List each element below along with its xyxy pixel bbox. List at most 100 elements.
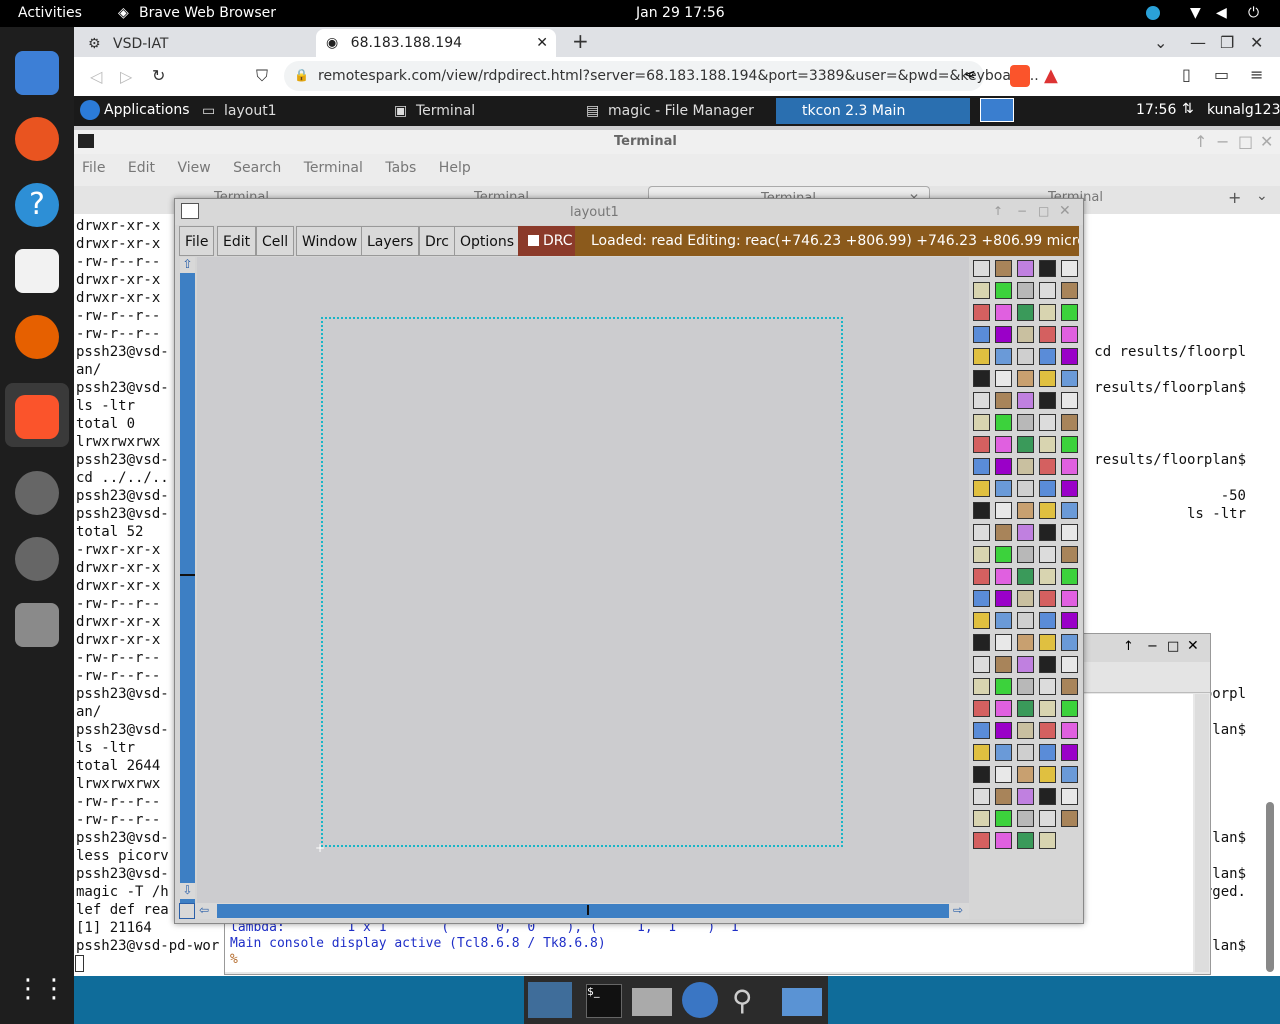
layer-swatch[interactable] bbox=[995, 502, 1012, 519]
layer-swatch[interactable] bbox=[1017, 832, 1034, 849]
layer-swatch[interactable] bbox=[1061, 480, 1078, 497]
layer-swatch[interactable] bbox=[1017, 678, 1034, 695]
scroll-thumb[interactable] bbox=[587, 905, 589, 915]
layer-swatch[interactable] bbox=[973, 678, 990, 695]
layer-swatch[interactable] bbox=[1039, 810, 1056, 827]
taskbar-item-file-manager[interactable]: ▤ magic - File Manager bbox=[584, 98, 788, 124]
layer-swatch[interactable] bbox=[1061, 568, 1078, 585]
layer-swatch[interactable] bbox=[1061, 722, 1078, 739]
titlebar-up-icon[interactable]: ↑ bbox=[1123, 639, 1134, 654]
layer-swatch[interactable] bbox=[1017, 414, 1034, 431]
terminal-scrollbar[interactable] bbox=[1266, 802, 1274, 972]
layer-swatch[interactable] bbox=[1061, 656, 1078, 673]
layer-swatch[interactable] bbox=[1039, 326, 1056, 343]
show-desktop-icon[interactable] bbox=[528, 982, 572, 1018]
layer-swatch[interactable] bbox=[973, 546, 990, 563]
layer-swatch[interactable] bbox=[995, 568, 1012, 585]
drc-toggle[interactable]: DRC bbox=[518, 226, 575, 256]
layer-swatch[interactable] bbox=[1039, 370, 1056, 387]
close-icon[interactable]: ✕ bbox=[1059, 203, 1071, 219]
layer-swatch[interactable] bbox=[1039, 436, 1056, 453]
layer-swatch[interactable] bbox=[1017, 722, 1034, 739]
web-browser-icon[interactable] bbox=[682, 982, 718, 1018]
layer-swatch[interactable] bbox=[995, 480, 1012, 497]
layer-swatch[interactable] bbox=[1061, 370, 1078, 387]
layer-swatch[interactable] bbox=[995, 348, 1012, 365]
layer-swatch[interactable] bbox=[1061, 524, 1078, 541]
layer-swatch[interactable] bbox=[1017, 700, 1034, 717]
layer-swatch[interactable] bbox=[1039, 348, 1056, 365]
layer-swatch[interactable] bbox=[1017, 590, 1034, 607]
layer-swatch[interactable] bbox=[1017, 766, 1034, 783]
new-tab-icon[interactable]: + bbox=[1228, 188, 1241, 207]
menu-cell[interactable]: Cell bbox=[256, 226, 295, 256]
layer-swatch[interactable] bbox=[995, 326, 1012, 343]
maximize-icon[interactable]: □ bbox=[1238, 132, 1253, 151]
maximize-icon[interactable]: ❐ bbox=[1220, 33, 1234, 52]
layer-swatch[interactable] bbox=[995, 458, 1012, 475]
layout-canvas[interactable]: + bbox=[197, 257, 969, 903]
menu-edit[interactable]: Edit bbox=[128, 160, 155, 176]
layer-swatch[interactable] bbox=[973, 722, 990, 739]
brave-icon[interactable] bbox=[15, 395, 59, 439]
layer-swatch[interactable] bbox=[1061, 282, 1078, 299]
software-icon[interactable] bbox=[15, 117, 59, 161]
layer-swatch[interactable] bbox=[995, 524, 1012, 541]
menu-layers[interactable]: Layers bbox=[361, 226, 420, 256]
close-window-icon[interactable]: ✕ bbox=[1250, 33, 1263, 52]
scroll-left-arrow-icon[interactable]: ⇦ bbox=[199, 903, 215, 919]
layer-swatch[interactable] bbox=[1061, 612, 1078, 629]
layer-swatch[interactable] bbox=[995, 260, 1012, 277]
disk-icon[interactable] bbox=[15, 471, 59, 515]
applications-menu[interactable]: Applications bbox=[104, 102, 190, 118]
layer-swatch[interactable] bbox=[1017, 392, 1034, 409]
layer-swatch[interactable] bbox=[995, 414, 1012, 431]
layer-swatch[interactable] bbox=[973, 480, 990, 497]
minimize-icon[interactable]: − bbox=[1147, 639, 1158, 654]
tab-list-chevron-icon[interactable]: ⌄ bbox=[1154, 33, 1167, 52]
console-prompt[interactable]: % bbox=[230, 952, 238, 967]
layer-swatch[interactable] bbox=[973, 458, 990, 475]
layer-swatch[interactable] bbox=[995, 766, 1012, 783]
firefox-icon[interactable] bbox=[15, 315, 59, 359]
layer-swatch[interactable] bbox=[1039, 744, 1056, 761]
layer-swatch[interactable] bbox=[1017, 744, 1034, 761]
wifi-icon[interactable]: ▼ bbox=[1190, 5, 1201, 21]
layer-swatch[interactable] bbox=[1061, 436, 1078, 453]
close-icon[interactable]: ✕ bbox=[1260, 132, 1273, 151]
folder-icon[interactable] bbox=[782, 988, 822, 1016]
tkcon-scrollbar[interactable] bbox=[1195, 694, 1209, 972]
layer-swatch[interactable] bbox=[973, 436, 990, 453]
layer-swatch[interactable] bbox=[995, 282, 1012, 299]
menu-options[interactable]: Options bbox=[454, 226, 521, 256]
active-app-name[interactable]: Brave Web Browser bbox=[139, 5, 276, 21]
new-tab-button[interactable]: + bbox=[572, 29, 589, 53]
layer-swatch[interactable] bbox=[1017, 326, 1034, 343]
trash-icon[interactable] bbox=[15, 603, 59, 647]
lock-icon[interactable]: 🔒 bbox=[294, 68, 309, 82]
layer-swatch[interactable] bbox=[1017, 282, 1034, 299]
scroll-down-arrow-icon[interactable]: ⇩ bbox=[180, 883, 195, 899]
taskbar-item-terminal[interactable]: ▣ Terminal bbox=[392, 98, 596, 124]
layer-swatch[interactable] bbox=[1039, 634, 1056, 651]
layer-swatch[interactable] bbox=[995, 304, 1012, 321]
layer-swatch[interactable] bbox=[973, 260, 990, 277]
layer-swatch[interactable] bbox=[973, 700, 990, 717]
layer-swatch[interactable] bbox=[1017, 436, 1034, 453]
layer-swatch[interactable] bbox=[973, 832, 990, 849]
help-icon[interactable]: ? bbox=[15, 183, 59, 227]
share-icon[interactable]: ⋖ bbox=[964, 67, 976, 83]
layer-swatch[interactable] bbox=[1039, 788, 1056, 805]
layer-swatch[interactable] bbox=[1017, 524, 1034, 541]
minimize-icon[interactable]: − bbox=[1216, 132, 1229, 151]
layer-swatch[interactable] bbox=[995, 744, 1012, 761]
layer-swatch[interactable] bbox=[1061, 590, 1078, 607]
menu-help[interactable]: Help bbox=[439, 160, 471, 176]
browser-tab-active[interactable]: ◉ 68.183.188.194 ✕ bbox=[316, 29, 556, 57]
titlebar-up-icon[interactable]: ↑ bbox=[993, 204, 1003, 218]
layer-swatch[interactable] bbox=[973, 634, 990, 651]
terminal-launcher-icon[interactable]: $_ bbox=[586, 984, 622, 1018]
layer-swatch[interactable] bbox=[1061, 458, 1078, 475]
layer-swatch[interactable] bbox=[1039, 546, 1056, 563]
layer-swatch[interactable] bbox=[995, 832, 1012, 849]
